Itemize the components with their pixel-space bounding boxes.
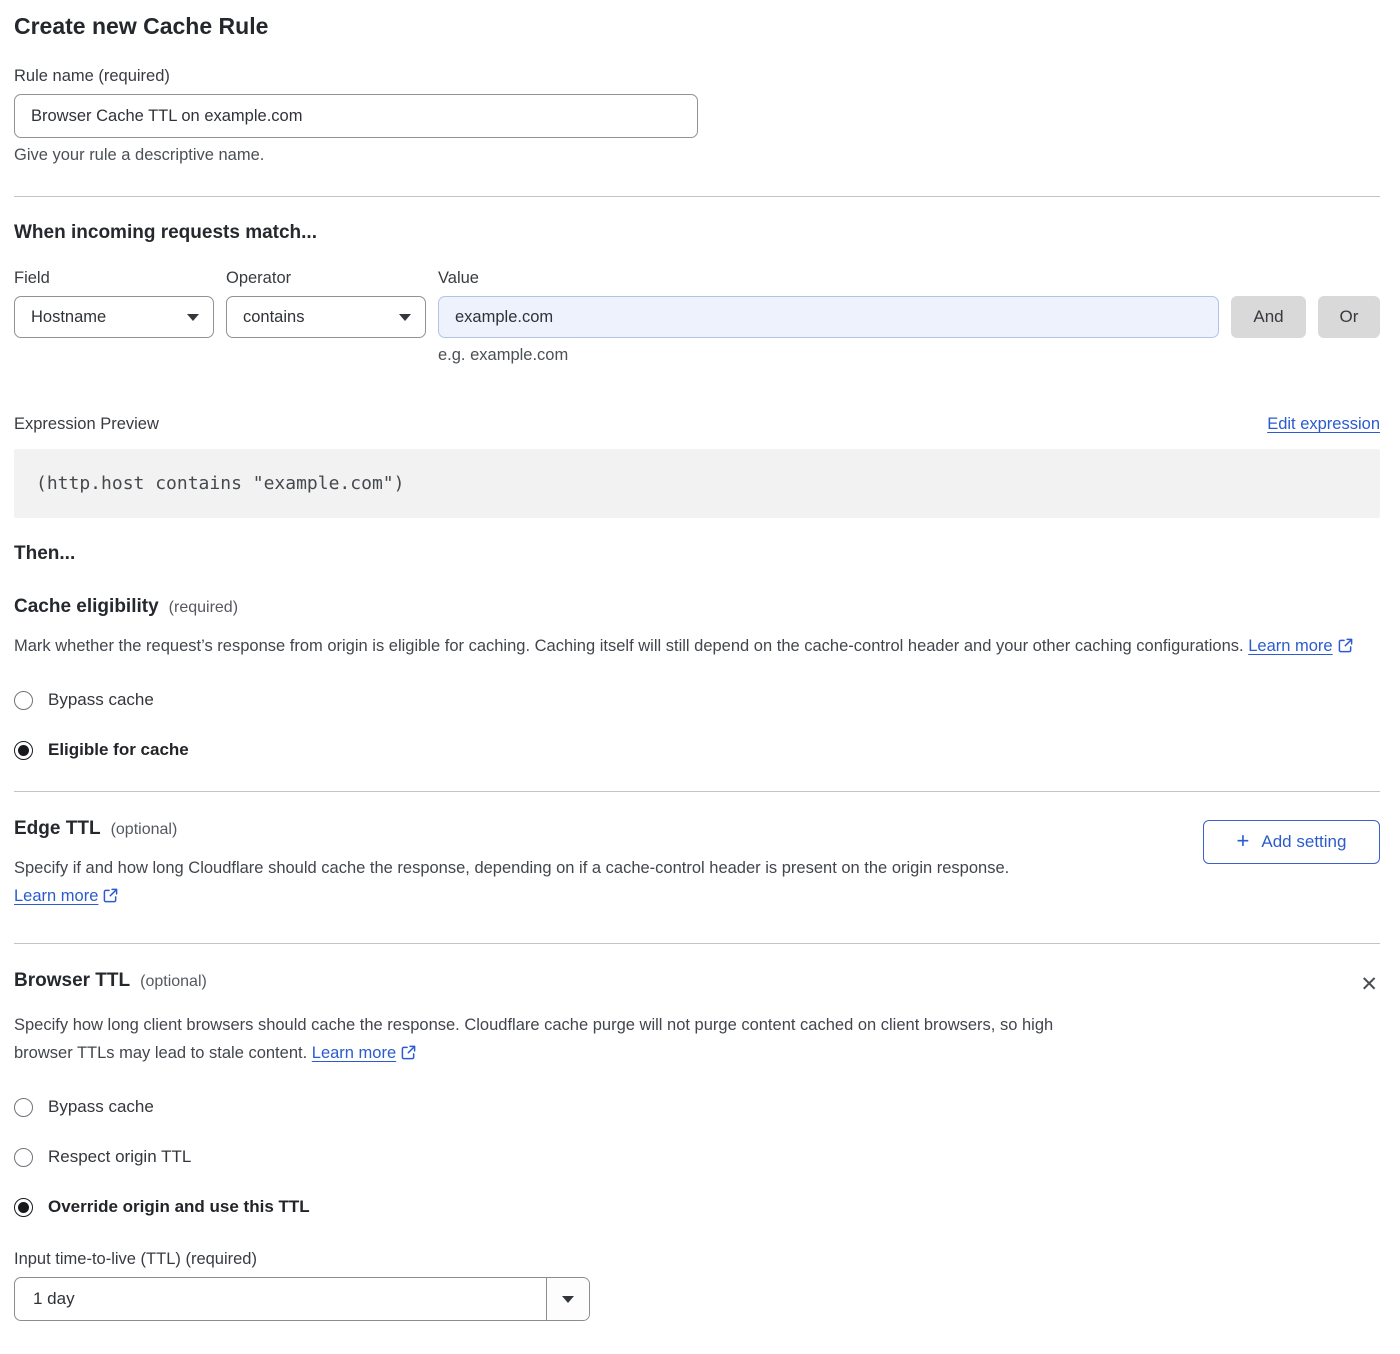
description-text: Mark whether the request’s response from…: [14, 637, 1244, 655]
external-link-icon: [1338, 634, 1353, 662]
description-text: Specify how long client browsers should …: [14, 1016, 1053, 1062]
cache-eligibility-radio-group: Bypass cache Eligible for cache: [14, 690, 1380, 760]
radio-label: Respect origin TTL: [48, 1147, 191, 1167]
then-heading: Then...: [14, 543, 1380, 565]
radio-icon[interactable]: [14, 691, 33, 710]
operator-label: Operator: [226, 269, 426, 288]
divider: [14, 943, 1380, 944]
browser-ttl-description: Specify how long client browsers should …: [14, 1011, 1094, 1069]
edge-ttl-title: Edge TTL: [14, 818, 101, 840]
radio-bypass-cache[interactable]: Bypass cache: [14, 690, 1380, 710]
radio-icon[interactable]: [14, 1098, 33, 1117]
expression-preview-row: Expression Preview Edit expression: [14, 415, 1380, 434]
rule-name-label: Rule name (required): [14, 67, 1380, 86]
radio-icon[interactable]: [14, 1198, 33, 1217]
cache-eligibility-section: Cache eligibility (required) Mark whethe…: [14, 596, 1380, 760]
chevron-down-icon: [187, 314, 199, 321]
optional-badge: (optional): [111, 821, 178, 839]
value-helper: e.g. example.com: [438, 346, 1219, 365]
browser-ttl-title: Browser TTL: [14, 970, 130, 992]
learn-more-link[interactable]: Learn more: [14, 887, 98, 905]
external-link-icon: [401, 1041, 416, 1069]
radio-bypass-cache[interactable]: Bypass cache: [14, 1097, 1380, 1117]
operator-select-value: contains: [243, 308, 304, 327]
rule-name-helper: Give your rule a descriptive name.: [14, 146, 1380, 165]
ttl-select[interactable]: 1 day: [14, 1277, 590, 1321]
expression-preview-label: Expression Preview: [14, 415, 159, 434]
field-select-value: Hostname: [31, 308, 106, 327]
description-text: Specify if and how long Cloudflare shoul…: [14, 859, 1009, 877]
page-title: Create new Cache Rule: [14, 13, 1380, 40]
ttl-select-value: 1 day: [15, 1278, 546, 1320]
radio-override-origin-ttl[interactable]: Override origin and use this TTL: [14, 1197, 1380, 1217]
radio-label: Bypass cache: [48, 690, 154, 710]
match-section-heading: When incoming requests match...: [14, 222, 1380, 244]
expression-code-block: (http.host contains "example.com"): [14, 449, 1380, 518]
field-label: Field: [14, 269, 214, 288]
chevron-down-icon: [399, 314, 411, 321]
learn-more-link[interactable]: Learn more: [312, 1044, 396, 1062]
match-condition-row: Field Operator Value Hostname contains A…: [14, 269, 1380, 365]
cache-eligibility-description: Mark whether the request’s response from…: [14, 632, 1380, 662]
rule-name-input[interactable]: [14, 94, 698, 138]
required-badge: (required): [169, 599, 238, 617]
edge-ttl-section: Edge TTL (optional) Specify if and how l…: [14, 818, 1380, 912]
chevron-down-icon: [546, 1278, 589, 1320]
or-button[interactable]: Or: [1318, 296, 1380, 338]
edge-ttl-description: Specify if and how long Cloudflare shoul…: [14, 854, 1109, 912]
browser-ttl-radio-group: Bypass cache Respect origin TTL Override…: [14, 1097, 1380, 1217]
external-link-icon: [103, 884, 118, 912]
value-input[interactable]: [438, 296, 1219, 338]
edit-expression-link[interactable]: Edit expression: [1267, 415, 1380, 434]
edge-ttl-title-row: Edge TTL (optional): [14, 818, 1203, 840]
radio-icon[interactable]: [14, 741, 33, 760]
and-button[interactable]: And: [1231, 296, 1306, 338]
browser-ttl-title-row: Browser TTL (optional): [14, 970, 207, 992]
ttl-input-label: Input time-to-live (TTL) (required): [14, 1250, 1380, 1269]
close-icon[interactable]: ✕: [1358, 972, 1380, 997]
radio-label: Eligible for cache: [48, 740, 189, 760]
create-cache-rule-form: Create new Cache Rule Rule name (require…: [0, 0, 1400, 1341]
radio-label: Override origin and use this TTL: [48, 1197, 310, 1217]
radio-respect-origin-ttl[interactable]: Respect origin TTL: [14, 1147, 1380, 1167]
radio-eligible-for-cache[interactable]: Eligible for cache: [14, 740, 1380, 760]
browser-ttl-section: Browser TTL (optional) ✕ Specify how lon…: [14, 970, 1380, 1321]
operator-select[interactable]: contains: [226, 296, 426, 338]
cache-eligibility-title-row: Cache eligibility (required): [14, 596, 1380, 618]
divider: [14, 791, 1380, 792]
value-label: Value: [438, 269, 1219, 288]
divider: [14, 196, 1380, 197]
add-setting-label: Add setting: [1261, 832, 1346, 852]
radio-icon[interactable]: [14, 1148, 33, 1167]
optional-badge: (optional): [140, 973, 207, 991]
add-setting-button[interactable]: + Add setting: [1203, 820, 1380, 864]
radio-label: Bypass cache: [48, 1097, 154, 1117]
field-select[interactable]: Hostname: [14, 296, 214, 338]
cache-eligibility-title: Cache eligibility: [14, 596, 159, 618]
plus-icon: +: [1237, 830, 1250, 852]
learn-more-link[interactable]: Learn more: [1248, 637, 1332, 655]
